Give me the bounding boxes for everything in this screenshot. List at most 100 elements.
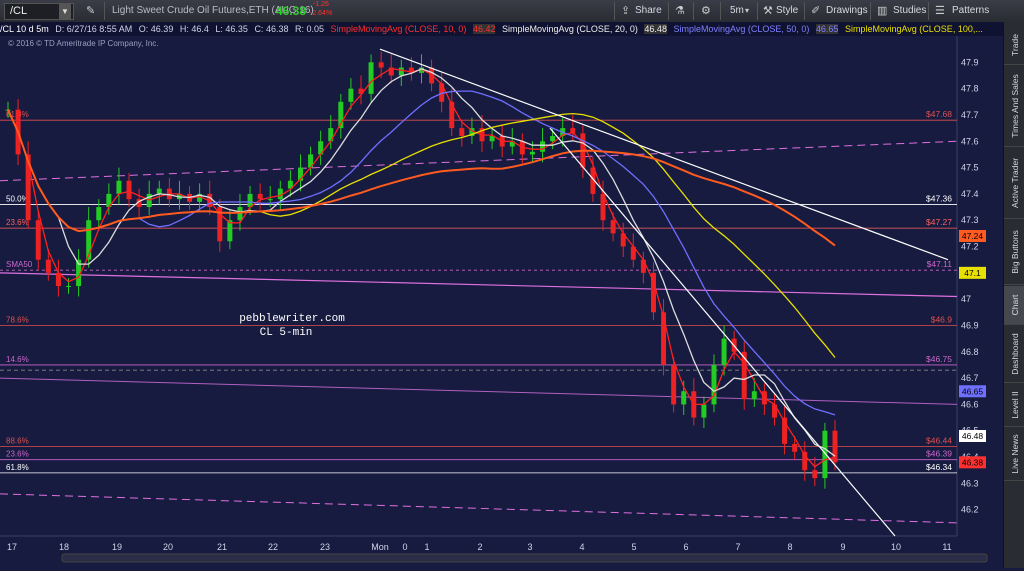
patterns-icon[interactable]: ☰ — [935, 3, 945, 19]
sidebar-tab-times-and-sales[interactable]: Times And Sales — [1004, 66, 1024, 147]
patterns-button[interactable]: Patterns — [952, 3, 989, 19]
sma50-label: SimpleMovingAvg (CLOSE, 50, 0) — [673, 24, 810, 34]
sidebar-tab-label: Dashboard — [1009, 333, 1020, 375]
x-axis-tick-label: 7 — [735, 542, 740, 552]
x-axis-tick-label: 1 — [424, 542, 429, 552]
candle-body — [156, 188, 162, 194]
style-button[interactable]: Style — [776, 3, 798, 19]
fib-level-price: $47.11 — [927, 259, 953, 269]
sidebar-tab-label: Active Trader — [1009, 157, 1020, 209]
sidebar-tab-level-ii[interactable]: Level II — [1004, 384, 1024, 427]
candle-body — [35, 220, 41, 260]
bar-high: H: 46.4 — [179, 24, 209, 34]
fib-level-price: $46.34 — [926, 462, 952, 472]
fib-level-price: $47.36 — [926, 193, 952, 203]
x-axis-tick-label: 23 — [320, 542, 330, 552]
x-axis-tick-label: 20 — [163, 542, 173, 552]
fib-level-pct: 23.6% — [6, 450, 29, 459]
drawings-button[interactable]: Drawings — [826, 3, 868, 19]
y-axis-tick-label: 46.3 — [961, 478, 979, 488]
y-axis-tick-label: 47.4 — [961, 189, 979, 199]
last-price: 46.38 — [276, 4, 307, 18]
sidebar-tab-dashboard[interactable]: Dashboard — [1004, 326, 1024, 383]
fib-level-pct: 23.6% — [6, 218, 29, 227]
horizontal-scrollbar[interactable] — [61, 553, 988, 563]
chevron-down-icon[interactable]: ▾ — [745, 3, 749, 19]
studies-button[interactable]: Studies — [893, 3, 926, 19]
candle-body — [96, 207, 102, 221]
share-button[interactable]: Share — [635, 3, 662, 19]
candle-body — [126, 180, 132, 200]
fib-level-pct: 61.8% — [6, 463, 29, 472]
y-axis-tick-label: 47.6 — [961, 136, 979, 146]
price-badge-label: 46.65 — [962, 386, 984, 396]
watermark-line2: CL 5-min — [260, 327, 313, 339]
sidebar-tab-label: Level II — [1009, 391, 1020, 419]
top-toolbar: /CL ▼ ✎ Light Sweet Crude Oil Futures,ET… — [0, 0, 1024, 23]
watermark-line1: pebblewriter.com — [239, 313, 345, 325]
candle-body — [368, 62, 374, 94]
x-axis-tick-label: 6 — [683, 542, 688, 552]
y-axis-tick-label: 47 — [961, 294, 971, 304]
x-axis-tick-label: 11 — [942, 542, 951, 552]
sma20-value: 46.48 — [644, 24, 667, 34]
candle-body — [348, 88, 354, 102]
timeframe-selector[interactable]: 5m — [730, 3, 744, 19]
chevron-down-icon[interactable]: ▼ — [59, 4, 71, 19]
pencil-icon[interactable]: ✎ — [86, 3, 95, 19]
flask-icon[interactable]: ⚗ — [675, 3, 685, 19]
candle-body — [711, 364, 717, 405]
style-icon[interactable]: ⚒ — [763, 3, 773, 19]
sidebar-tab-chart[interactable]: Chart — [1004, 286, 1024, 325]
sidebar-tab-big-buttons[interactable]: Big Buttons — [1004, 220, 1024, 285]
fib-level-price: $46.44 — [926, 436, 952, 446]
candle-body — [66, 286, 72, 287]
sidebar-tab-label: Big Buttons — [1009, 230, 1020, 274]
sidebar-tab-trade[interactable]: Trade — [1004, 26, 1024, 65]
x-axis-tick-label: 5 — [631, 542, 636, 552]
sidebar-tab-active-trader[interactable]: Active Trader — [1004, 148, 1024, 219]
candle-body — [398, 67, 404, 76]
candle-body — [640, 259, 646, 273]
sidebar-tab-live-news[interactable]: Live News — [1004, 428, 1024, 481]
plot-background — [0, 36, 957, 536]
bar-open: O: 46.39 — [138, 24, 174, 34]
candle-body — [116, 180, 122, 194]
fib-level-price: $46.39 — [926, 449, 952, 459]
sma10-value: 46.42 — [472, 24, 496, 34]
sidebar-tab-label: Times And Sales — [1009, 74, 1020, 138]
studies-icon[interactable]: ▥ — [877, 3, 887, 19]
candle-body — [449, 101, 455, 129]
bar-close: C: 46.38 — [254, 24, 289, 34]
bar-range: R: 0.05 — [294, 24, 325, 34]
candle-body — [681, 391, 687, 405]
right-sidebar: Trade Times And Sales Active Trader Big But… — [1003, 22, 1024, 568]
sma50-value: 46.65 — [815, 24, 839, 34]
candle-body — [610, 220, 616, 234]
x-axis-tick-label: 0 — [402, 542, 407, 552]
sma100-label: SimpleMovingAvg (CLOSE, 100,... — [844, 24, 983, 34]
candle-body — [459, 128, 465, 136]
gear-icon[interactable]: ⚙ — [701, 3, 711, 19]
x-axis-tick-label: 8 — [787, 542, 792, 552]
price-chart[interactable]: © 2016 © TD Ameritrade IP Company, Inc. … — [0, 36, 1003, 566]
y-axis-tick-label: 47.9 — [961, 57, 979, 67]
y-axis-tick-label: 47.2 — [961, 242, 979, 252]
x-axis-tick-label: 2 — [477, 542, 482, 552]
symbol-selector[interactable]: /CL ▼ — [4, 3, 74, 20]
fib-level-price: $47.68 — [926, 109, 952, 119]
x-axis-tick-label: 18 — [59, 542, 69, 552]
candle-body — [550, 136, 556, 142]
chart-canvas[interactable]: © 2016 © TD Ameritrade IP Company, Inc. … — [0, 36, 1003, 566]
y-axis-tick-label: 47.7 — [961, 110, 979, 120]
copyright-text: © 2016 © TD Ameritrade IP Company, Inc. — [8, 39, 159, 48]
x-axis-tick-label: 22 — [268, 542, 278, 552]
price-badge-label: 47.1 — [964, 268, 981, 278]
candle-body — [792, 443, 798, 452]
fib-level-price: $46.9 — [931, 314, 953, 324]
share-icon[interactable]: ⇪ — [621, 3, 630, 19]
candle-body — [257, 193, 263, 200]
candle-body — [378, 62, 384, 68]
drawings-icon[interactable]: ✐ — [811, 3, 820, 19]
bar-date: D: 6/27/16 8:55 AM — [55, 24, 133, 34]
